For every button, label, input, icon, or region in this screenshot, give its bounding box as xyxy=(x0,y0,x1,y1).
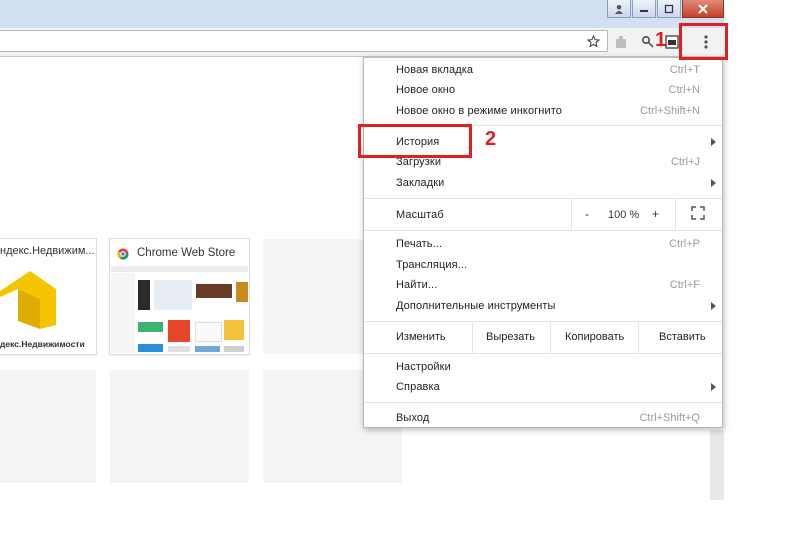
menu-item-new-window[interactable]: Новое окно xyxy=(396,84,455,96)
tile-chrome-web-store[interactable]: Chrome Web Store xyxy=(110,239,249,354)
tile-caption: декс.Недвижимости xyxy=(0,339,85,349)
shortcut-new-window: Ctrl+N xyxy=(668,84,700,96)
tile-empty xyxy=(110,370,249,483)
submenu-arrow-icon xyxy=(711,179,716,187)
shortcut-downloads: Ctrl+J xyxy=(670,156,700,168)
close-button[interactable] xyxy=(682,0,724,18)
shortcut-exit: Ctrl+Shift+Q xyxy=(639,412,700,424)
maximize-icon xyxy=(664,4,674,13)
submenu-arrow-icon xyxy=(711,383,716,391)
chrome-main-menu: Новая вкладка Ctrl+T Новое окно Ctrl+N Н… xyxy=(363,57,723,428)
star-icon xyxy=(586,34,600,47)
bookmark-star-button[interactable] xyxy=(586,34,600,48)
zoom-in-button[interactable]: + xyxy=(652,207,659,221)
search-extension-button[interactable] xyxy=(640,34,656,50)
extension-icon xyxy=(616,36,626,48)
extension-button[interactable] xyxy=(613,34,629,50)
menu-item-new-tab[interactable]: Новая вкладка xyxy=(396,64,473,76)
shortcut-find: Ctrl+F xyxy=(669,279,700,291)
paste-button[interactable]: Вставить xyxy=(659,331,706,343)
annotation-number: 1 xyxy=(655,29,667,51)
tile-yandex-realty[interactable]: ндекс.Недвижим... декс.Недвижимости xyxy=(0,239,96,354)
menu-item-bookmarks[interactable]: Закладки xyxy=(396,177,444,189)
menu-item-print[interactable]: Печать... xyxy=(396,238,442,250)
menu-item-incognito[interactable]: Новое окно в режиме инкогнито xyxy=(396,105,562,117)
zoom-level: 100 % xyxy=(608,209,640,221)
store-preview-thumbnail xyxy=(111,266,248,353)
user-button[interactable] xyxy=(607,0,631,18)
search-extension-icon xyxy=(642,36,654,48)
edit-divider xyxy=(638,322,639,353)
menu-item-zoom: Масштаб xyxy=(396,209,444,221)
maximize-button[interactable] xyxy=(657,0,681,18)
shortcut-print: Ctrl+P xyxy=(669,238,700,250)
window-title-bar xyxy=(0,0,724,28)
copy-button[interactable]: Копировать xyxy=(565,331,624,343)
yandex-realty-logo-icon xyxy=(0,271,56,329)
submenu-arrow-icon xyxy=(711,302,716,310)
annotation-number: 2 xyxy=(485,128,497,150)
menu-separator xyxy=(364,230,722,231)
zoom-divider xyxy=(571,199,572,230)
minimize-icon xyxy=(640,9,648,12)
menu-item-edit: Изменить xyxy=(396,331,446,343)
extension-button-2[interactable] xyxy=(664,34,680,50)
close-icon xyxy=(698,3,708,14)
zoom-out-button[interactable]: - xyxy=(585,207,589,221)
menu-item-cast[interactable]: Трансляция... xyxy=(396,259,467,271)
user-icon xyxy=(615,4,623,14)
tile-title: Chrome Web Store xyxy=(137,247,236,259)
tile-empty xyxy=(0,370,96,483)
fullscreen-icon xyxy=(691,206,705,220)
edit-divider xyxy=(472,322,473,353)
menu-item-exit[interactable]: Выход xyxy=(396,412,429,424)
edit-divider xyxy=(550,322,551,353)
address-bar[interactable] xyxy=(0,30,608,52)
cut-button[interactable]: Вырезать xyxy=(486,331,535,343)
menu-separator xyxy=(364,198,722,199)
menu-item-more-tools[interactable]: Дополнительные инструменты xyxy=(396,300,556,312)
minimize-button[interactable] xyxy=(632,0,656,18)
menu-separator xyxy=(364,402,722,403)
shortcut-new-tab: Ctrl+T xyxy=(669,64,700,76)
fullscreen-button[interactable] xyxy=(691,206,705,225)
menu-item-help[interactable]: Справка xyxy=(396,381,440,393)
annotation-box-menu xyxy=(679,23,728,60)
annotation-box-history xyxy=(358,124,472,158)
shortcut-incognito: Ctrl+Shift+N xyxy=(640,105,700,117)
extension-icon-2 xyxy=(665,35,679,49)
menu-separator xyxy=(364,353,722,354)
tile-title: ндекс.Недвижим... xyxy=(0,245,95,257)
menu-item-find[interactable]: Найти... xyxy=(396,279,437,291)
menu-separator xyxy=(364,321,722,322)
menu-item-settings[interactable]: Настройки xyxy=(396,361,451,373)
chrome-web-store-icon xyxy=(117,248,129,260)
scrollbar[interactable] xyxy=(710,430,724,500)
zoom-divider xyxy=(675,199,676,230)
submenu-arrow-icon xyxy=(711,138,716,146)
